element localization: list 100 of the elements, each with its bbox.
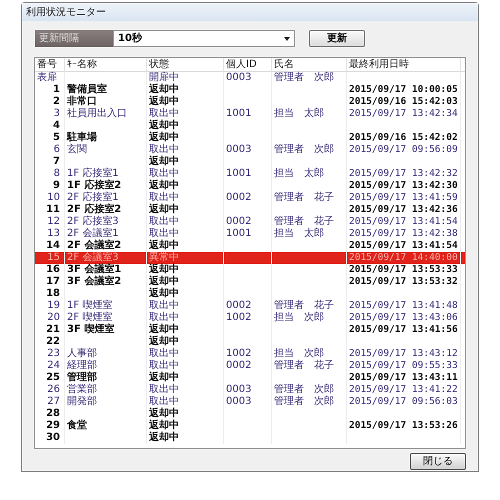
personal-id: 0003 [226, 72, 252, 83]
refresh-button[interactable]: 更新 [309, 30, 365, 47]
table-row[interactable]: 28 返却中 [35, 408, 465, 420]
last-used: 2015/09/17 13:42:34 [349, 108, 458, 119]
table-row[interactable]: 19 1F 喫煙室 取出中 0002 管理者 花子 2015/09/17 13:41:48 [35, 300, 465, 312]
key-name: 2F 会議室3 [67, 252, 119, 263]
table-row[interactable]: 4 返却中 [35, 120, 465, 132]
table-row[interactable]: 8 1F 応接室1 取出中 1001 担当 太郎 2015/09/17 13:42:32 [35, 168, 465, 180]
row-number: 16 [46, 264, 60, 275]
table-row[interactable]: 29 食堂 返却中 2015/09/17 13:53:26 [35, 420, 465, 432]
personal-id: 0002 [226, 216, 252, 227]
last-used: 2015/09/17 13:53:33 [349, 264, 458, 275]
last-used: 2015/09/17 13:41:54 [349, 240, 458, 251]
key-name: 経理部 [67, 360, 97, 371]
status: 取出中 [149, 228, 179, 239]
last-used: 2015/09/17 09:56:03 [349, 396, 458, 407]
personal-id: 0002 [226, 192, 252, 203]
table-row[interactable]: 13 2F 会議室1 取出中 1001 担当 太郎 2015/09/17 13:42:38 [35, 228, 465, 240]
column-header[interactable]: ｷｰ名称 [65, 58, 147, 71]
last-used: 2015/09/17 14:40:00 [349, 252, 458, 263]
table-row[interactable]: 22 返却中 [35, 336, 465, 348]
close-button[interactable]: 閉じる [410, 453, 466, 470]
table-row[interactable]: 18 返却中 [35, 288, 465, 300]
status: 返却中 [149, 156, 179, 167]
table-row[interactable]: 26 営業部 取出中 0003 管理者 次郎 2015/09/17 13:41:22 [35, 384, 465, 396]
row-number: 24 [47, 360, 60, 371]
column-header[interactable]: 最終利用日時 [347, 58, 461, 71]
table-row[interactable]: 12 2F 応接室3 取出中 0002 管理者 花子 2015/09/17 13:41:54 [35, 216, 465, 228]
table-row[interactable]: 16 3F 会議室1 返却中 2015/09/17 13:53:33 [35, 264, 465, 276]
interval-label: 更新間隔 [35, 30, 113, 47]
last-used: 2015/09/17 13:41:54 [349, 216, 458, 227]
table-row[interactable]: 30 返却中 [35, 432, 465, 444]
status: 返却中 [149, 120, 179, 131]
status: 返却中 [149, 132, 179, 143]
table-row[interactable]: 23 人事部 取出中 1002 担当 次郎 2015/09/17 13:43:12 [35, 348, 465, 360]
status: 返却中 [149, 84, 179, 95]
key-name: 1F 応接室1 [67, 168, 119, 179]
table-row[interactable]: 6 玄関 取出中 0003 管理者 次郎 2015/09/17 09:56:09 [35, 144, 465, 156]
last-used: 2015/09/16 15:42:03 [349, 96, 458, 107]
last-used: 2015/09/17 13:42:38 [349, 228, 458, 239]
person-name: 管理者 次郎 [274, 72, 334, 83]
key-name: 3F 会議室2 [67, 276, 122, 287]
row-number: 30 [46, 432, 60, 443]
key-name: 営業部 [67, 384, 97, 395]
column-header[interactable]: 番号 [35, 58, 65, 71]
column-header[interactable]: 個人ID [224, 58, 272, 71]
table-row[interactable]: 表扉 開扉中 0003 管理者 次郎 [35, 72, 465, 84]
row-number: 19 [47, 300, 60, 311]
table-row[interactable]: 7 返却中 [35, 156, 465, 168]
row-number: 18 [46, 288, 60, 299]
last-used: 2015/09/17 13:43:06 [349, 312, 458, 323]
table-row[interactable]: 25 管理部 返却中 2015/09/17 13:43:11 [35, 372, 465, 384]
table-row[interactable]: 3 社員用出入口 取出中 1001 担当 太郎 2015/09/17 13:42:34 [35, 108, 465, 120]
row-number: 9 [53, 180, 60, 191]
person-name: 担当 太郎 [274, 228, 324, 239]
table-row[interactable]: 5 駐車場 返却中 2015/09/16 15:42:02 [35, 132, 465, 144]
column-header[interactable]: 状態 [147, 58, 224, 71]
last-used: 2015/09/17 10:00:05 [349, 84, 458, 95]
status: 返却中 [149, 180, 179, 191]
personal-id: 0003 [226, 384, 252, 395]
table-row[interactable]: 27 開発部 取出中 0003 管理者 次郎 2015/09/17 09:56:03 [35, 396, 465, 408]
status: 取出中 [149, 384, 179, 395]
table-row[interactable]: 1 警備員室 返却中 2015/09/17 10:00:05 [35, 84, 465, 96]
row-number: 15 [47, 252, 60, 263]
table-row[interactable]: 20 2F 喫煙室 取出中 1002 担当 次郎 2015/09/17 13:43:06 [35, 312, 465, 324]
row-number: 21 [46, 324, 60, 335]
person-name: 管理者 次郎 [274, 384, 334, 395]
row-number: 26 [47, 384, 60, 395]
key-name: 2F 会議室1 [67, 228, 119, 239]
window-title: 利用状況モニター [26, 6, 106, 20]
row-number: 5 [53, 132, 60, 143]
key-name: 3F 会議室1 [67, 264, 122, 275]
key-name: 管理部 [67, 372, 97, 383]
row-number: 4 [53, 120, 60, 131]
table-row[interactable]: 17 3F 会議室2 返却中 2015/09/17 13:53:32 [35, 276, 465, 288]
last-used: 2015/09/17 13:42:36 [349, 204, 458, 215]
last-used: 2015/09/17 09:55:33 [349, 360, 458, 371]
row-number: 11 [46, 204, 60, 215]
table-row[interactable]: 21 3F 喫煙室 返却中 2015/09/17 13:41:56 [35, 324, 465, 336]
column-header[interactable]: 氏名 [272, 58, 347, 71]
personal-id: 1001 [226, 108, 252, 119]
row-number: 3 [54, 108, 60, 119]
table-row[interactable]: 11 2F 応接室2 返却中 2015/09/17 13:42:36 [35, 204, 465, 216]
row-number: 2 [53, 96, 60, 107]
key-name: 2F 応接室3 [67, 216, 119, 227]
table-row[interactable]: 9 1F 応接室2 返却中 2015/09/17 13:42:30 [35, 180, 465, 192]
status: 取出中 [149, 168, 179, 179]
person-name: 管理者 花子 [274, 300, 334, 311]
interval-dropdown[interactable]: 10秒 [113, 30, 295, 47]
status: 取出中 [149, 396, 179, 407]
person-name: 担当 次郎 [274, 348, 324, 359]
row-number: 20 [47, 312, 60, 323]
key-name: 非常口 [67, 96, 97, 107]
key-name: 2F 応接室1 [67, 192, 119, 203]
status: 返却中 [149, 432, 179, 443]
table-row[interactable]: 2 非常口 返却中 2015/09/16 15:42:03 [35, 96, 465, 108]
table-row[interactable]: 10 2F 応接室1 取出中 0002 管理者 花子 2015/09/17 13:41:59 [35, 192, 465, 204]
last-used: 2015/09/17 09:56:09 [349, 144, 458, 155]
table-row[interactable]: 24 経理部 取出中 0002 管理者 花子 2015/09/17 09:55:33 [35, 360, 465, 372]
status: 返却中 [149, 276, 179, 287]
